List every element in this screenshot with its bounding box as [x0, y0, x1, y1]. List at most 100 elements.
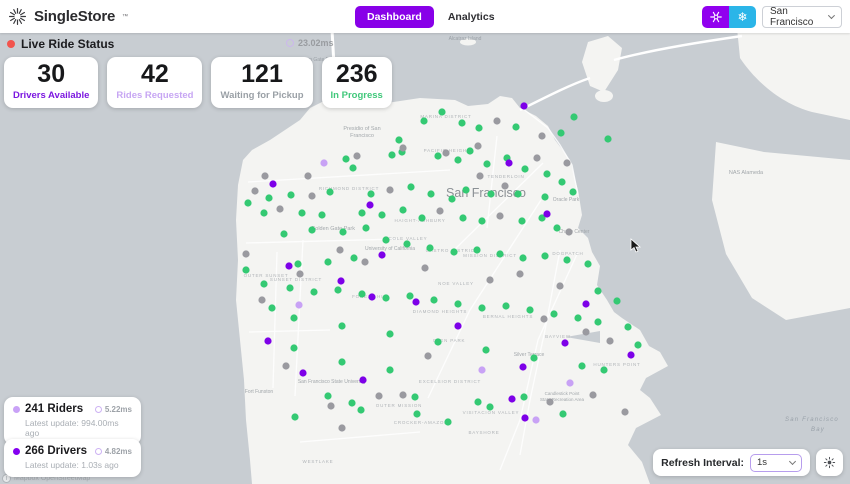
ride-marker[interactable] [268, 304, 276, 312]
ride-marker[interactable] [556, 282, 564, 290]
ride-marker[interactable] [357, 406, 365, 414]
ride-marker[interactable] [526, 306, 534, 314]
ride-marker[interactable] [366, 201, 374, 209]
ride-marker[interactable] [358, 209, 366, 217]
ride-marker[interactable] [486, 403, 494, 411]
ride-marker[interactable] [520, 102, 528, 110]
ride-marker[interactable] [520, 393, 528, 401]
ride-marker[interactable] [242, 250, 250, 258]
ride-marker[interactable] [594, 318, 602, 326]
ride-marker[interactable] [310, 288, 318, 296]
singlestore-toggle-button[interactable] [702, 5, 729, 28]
ride-marker[interactable] [627, 351, 635, 359]
ride-marker[interactable] [487, 190, 495, 198]
ride-marker[interactable] [474, 142, 482, 150]
ride-marker[interactable] [569, 188, 577, 196]
ride-marker[interactable] [634, 341, 642, 349]
ride-marker[interactable] [565, 228, 573, 236]
ride-marker[interactable] [342, 155, 350, 163]
ride-marker[interactable] [502, 302, 510, 310]
ride-marker[interactable] [348, 399, 356, 407]
ride-marker[interactable] [493, 117, 501, 125]
ride-marker[interactable] [582, 300, 590, 308]
ride-marker[interactable] [508, 395, 516, 403]
ride-marker[interactable] [427, 190, 435, 198]
ride-marker[interactable] [582, 328, 590, 336]
ride-marker[interactable] [496, 212, 504, 220]
ride-marker[interactable] [516, 270, 524, 278]
ride-marker[interactable] [280, 230, 288, 238]
ride-marker[interactable] [244, 199, 252, 207]
ride-marker[interactable] [276, 205, 284, 213]
ride-marker[interactable] [518, 217, 526, 225]
ride-marker[interactable] [501, 182, 509, 190]
ride-marker[interactable] [578, 362, 586, 370]
ride-marker[interactable] [563, 159, 571, 167]
ride-marker[interactable] [358, 290, 366, 298]
ride-marker[interactable] [324, 392, 332, 400]
ride-marker[interactable] [530, 354, 538, 362]
riders-card[interactable]: 241 Riders 5.22ms Latest update: 994.00m… [4, 397, 141, 445]
ride-marker[interactable] [359, 376, 367, 384]
ride-marker[interactable] [386, 330, 394, 338]
ride-marker[interactable] [290, 314, 298, 322]
ride-marker[interactable] [473, 246, 481, 254]
ride-marker[interactable] [320, 159, 328, 167]
ride-marker[interactable] [403, 240, 411, 248]
theme-toggle-button[interactable] [816, 449, 843, 476]
ride-marker[interactable] [541, 252, 549, 260]
ride-marker[interactable] [543, 210, 551, 218]
ride-marker[interactable] [557, 129, 565, 137]
ride-marker[interactable] [474, 398, 482, 406]
ride-marker[interactable] [606, 337, 614, 345]
ride-marker[interactable] [574, 314, 582, 322]
ride-marker[interactable] [426, 244, 434, 252]
ride-marker[interactable] [308, 226, 316, 234]
ride-marker[interactable] [454, 300, 462, 308]
ride-marker[interactable] [349, 164, 357, 172]
ride-marker[interactable] [613, 297, 621, 305]
ride-marker[interactable] [299, 369, 307, 377]
ride-marker[interactable] [519, 363, 527, 371]
ride-marker[interactable] [353, 152, 361, 160]
ride-marker[interactable] [336, 246, 344, 254]
ride-marker[interactable] [584, 260, 592, 268]
ride-marker[interactable] [589, 391, 597, 399]
ride-marker[interactable] [514, 190, 522, 198]
ride-marker[interactable] [478, 366, 486, 374]
ride-marker[interactable] [304, 172, 312, 180]
ride-marker[interactable] [521, 165, 529, 173]
ride-marker[interactable] [242, 266, 250, 274]
tab-analytics[interactable]: Analytics [448, 11, 495, 23]
ride-marker[interactable] [521, 414, 529, 422]
ride-marker[interactable] [450, 248, 458, 256]
ride-marker[interactable] [399, 206, 407, 214]
ride-marker[interactable] [378, 211, 386, 219]
ride-marker[interactable] [553, 224, 561, 232]
ride-marker[interactable] [475, 124, 483, 132]
ride-marker[interactable] [421, 264, 429, 272]
ride-marker[interactable] [260, 280, 268, 288]
ride-marker[interactable] [459, 214, 467, 222]
ride-marker[interactable] [624, 323, 632, 331]
ride-marker[interactable] [327, 402, 335, 410]
ride-marker[interactable] [561, 339, 569, 347]
refresh-interval-select[interactable]: 1s [750, 453, 802, 472]
drivers-card[interactable]: 266 Drivers 4.82ms Latest update: 1.03s … [4, 439, 141, 477]
ride-marker[interactable] [483, 160, 491, 168]
ride-marker[interactable] [382, 294, 390, 302]
ride-marker[interactable] [519, 254, 527, 262]
ride-marker[interactable] [375, 392, 383, 400]
ride-marker[interactable] [438, 108, 446, 116]
ride-marker[interactable] [395, 136, 403, 144]
ride-marker[interactable] [462, 186, 470, 194]
ride-marker[interactable] [418, 214, 426, 222]
ride-marker[interactable] [258, 296, 266, 304]
ride-marker[interactable] [338, 424, 346, 432]
tab-dashboard[interactable]: Dashboard [355, 5, 434, 28]
ride-marker[interactable] [604, 135, 612, 143]
ride-marker[interactable] [265, 194, 273, 202]
ride-marker[interactable] [296, 270, 304, 278]
ride-marker[interactable] [399, 144, 407, 152]
ride-marker[interactable] [532, 416, 540, 424]
